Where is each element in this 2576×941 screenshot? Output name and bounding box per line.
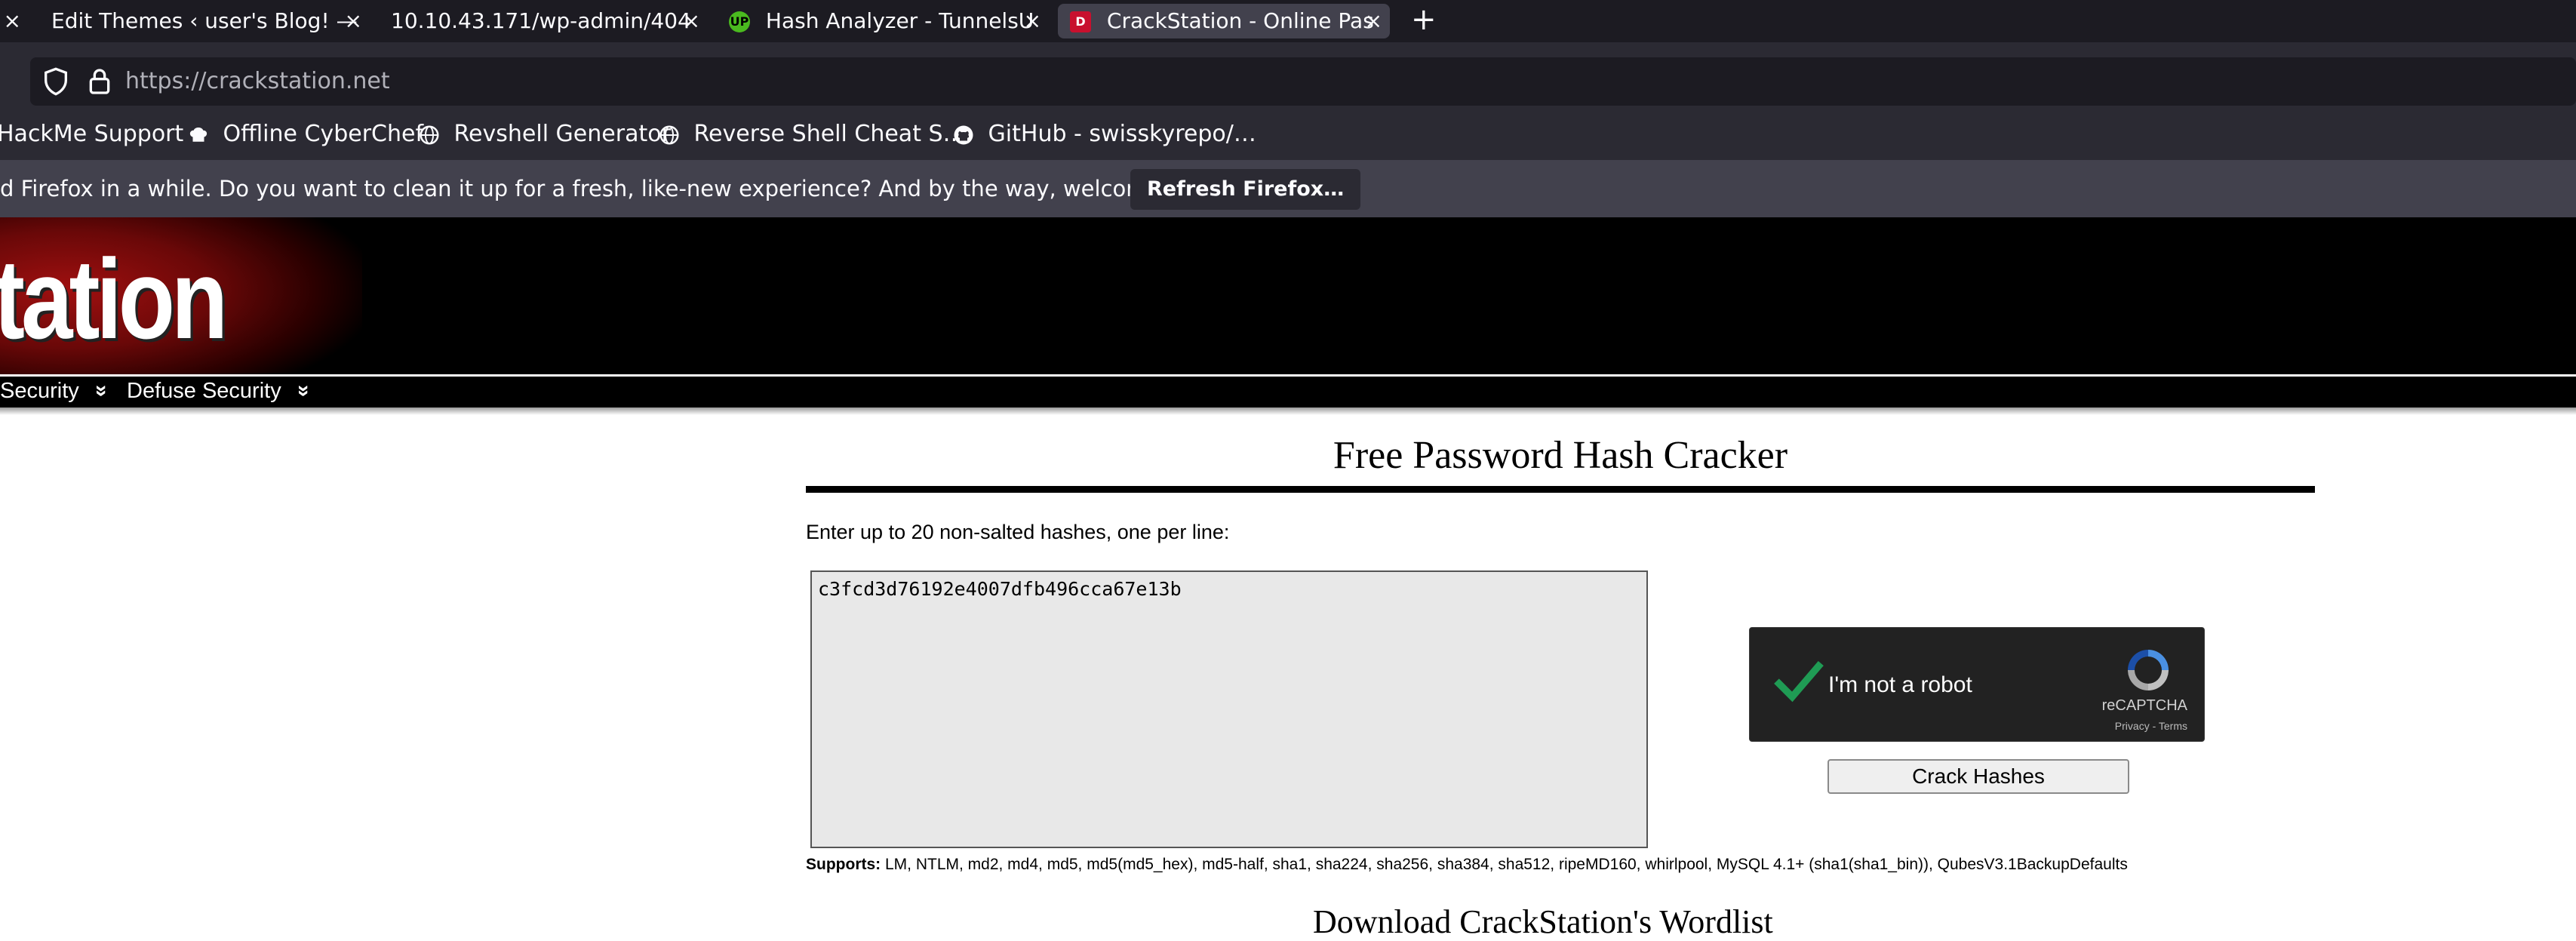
tab-strip: × Edit Themes ‹ user's Blog! — × 10.10.4… bbox=[0, 0, 2576, 42]
tab-close-icon[interactable]: × bbox=[345, 4, 362, 38]
new-tab-button[interactable]: + bbox=[1411, 0, 1437, 42]
tab-label: CrackStation - Online Pas bbox=[1106, 8, 1374, 33]
url-text[interactable]: https://crackstation.net bbox=[125, 57, 390, 106]
supports-label: Supports: bbox=[806, 856, 881, 873]
site-menu-bar: Security » Defuse Security » bbox=[0, 374, 2576, 407]
hash-input[interactable]: c3fcd3d76192e4007dfb496cca67e13b bbox=[810, 570, 1648, 848]
tab-close-icon[interactable]: × bbox=[1365, 4, 1382, 38]
supported-algorithms: Supports: LM, NTLM, md2, md4, md5, md5(m… bbox=[806, 856, 2128, 874]
tunnelsup-favicon-icon: UP bbox=[729, 11, 750, 32]
title-divider bbox=[806, 486, 2315, 493]
supports-list: LM, NTLM, md2, md4, md5, md5(md5_hex), m… bbox=[881, 856, 2128, 873]
notification-message: d Firefox in a while. Do you want to cle… bbox=[0, 176, 1229, 201]
tab-label: Hash Analyzer - TunnelsU bbox=[765, 8, 1034, 33]
chevron-down-icon: » bbox=[291, 384, 316, 398]
tab-hash-analyzer[interactable]: UP Hash Analyzer - TunnelsU × bbox=[717, 4, 1049, 38]
bookmark-label: Reverse Shell Cheat S… bbox=[693, 121, 966, 147]
chevron-down-icon: » bbox=[89, 384, 114, 398]
tab-partial[interactable]: × bbox=[0, 4, 27, 38]
bookmark-reverse-shell-cheat-sheet[interactable]: Reverse Shell Cheat S… bbox=[658, 109, 966, 160]
menu-item-defuse-security[interactable]: Defuse Security » bbox=[127, 377, 316, 405]
recaptcha-label: I'm not a robot bbox=[1828, 672, 1972, 697]
globe-icon bbox=[659, 125, 679, 144]
bookmarks-toolbar: HackMe Support Offline CyberChef Revshel… bbox=[0, 109, 2576, 160]
tab-wp-admin-404[interactable]: 10.10.43.171/wp-admin/404 × bbox=[379, 4, 708, 38]
globe-icon bbox=[420, 125, 439, 144]
refresh-firefox-notification: d Firefox in a while. Do you want to cle… bbox=[0, 160, 2576, 217]
tracking-protection-shield-icon[interactable] bbox=[41, 66, 71, 97]
recaptcha-links[interactable]: Privacy - Terms bbox=[2115, 720, 2187, 732]
menu-label: Security bbox=[0, 379, 79, 403]
bookmark-github-swisskyrepo[interactable]: GitHub - swisskyrepo/… bbox=[952, 109, 1256, 160]
refresh-firefox-button[interactable]: Refresh Firefox… bbox=[1130, 169, 1361, 210]
menu-divider bbox=[0, 407, 2576, 415]
checkmark-icon[interactable] bbox=[1772, 655, 1825, 708]
crack-hashes-button[interactable]: Crack Hashes bbox=[1827, 759, 2129, 794]
bookmark-label: Revshell Generator bbox=[453, 121, 671, 147]
crackstation-favicon-icon: D bbox=[1070, 11, 1091, 32]
hash-instruction: Enter up to 20 non-salted hashes, one pe… bbox=[806, 521, 1230, 543]
bookmark-offline-cyberchef[interactable]: Offline CyberChef bbox=[187, 109, 423, 160]
url-bar[interactable]: https://crackstation.net bbox=[30, 57, 2576, 106]
bookmark-label: GitHub - swisskyrepo/… bbox=[988, 121, 1256, 147]
bookmark-revshell-generator[interactable]: Revshell Generator bbox=[418, 109, 671, 160]
recaptcha-logo-icon bbox=[2128, 650, 2169, 690]
github-icon bbox=[954, 125, 973, 144]
recaptcha-brand: reCAPTCHA bbox=[2101, 697, 2187, 714]
page-title: Free Password Hash Cracker bbox=[1333, 434, 1788, 477]
navigation-toolbar: https://crackstation.net bbox=[0, 42, 2576, 109]
tab-crackstation[interactable]: D CrackStation - Online Pas × bbox=[1058, 4, 1390, 38]
chef-hat-icon bbox=[189, 127, 207, 142]
tab-close-icon[interactable]: × bbox=[4, 4, 21, 38]
menu-item-security[interactable]: Security » bbox=[0, 377, 114, 405]
tab-label: 10.10.43.171/wp-admin/404 bbox=[391, 8, 691, 33]
tab-close-icon[interactable]: × bbox=[1024, 4, 1041, 38]
recaptcha-widget[interactable]: I'm not a robot reCAPTCHA Privacy - Term… bbox=[1749, 627, 2205, 742]
bookmark-label: Offline CyberChef bbox=[223, 121, 424, 147]
bookmark-hackme-support[interactable]: HackMe Support bbox=[0, 109, 183, 160]
site-logo[interactable]: tation bbox=[0, 234, 228, 364]
tab-label: Edit Themes ‹ user's Blog! — bbox=[51, 8, 358, 33]
wordlist-heading: Download CrackStation's Wordlist bbox=[1313, 903, 1773, 940]
lock-icon[interactable] bbox=[85, 66, 115, 97]
tab-edit-themes[interactable]: Edit Themes ‹ user's Blog! — × bbox=[39, 4, 370, 38]
site-header-banner: tation bbox=[0, 217, 2576, 374]
tab-close-icon[interactable]: × bbox=[683, 4, 700, 38]
menu-label: Defuse Security bbox=[127, 379, 281, 403]
bookmark-label: HackMe Support bbox=[0, 121, 184, 147]
